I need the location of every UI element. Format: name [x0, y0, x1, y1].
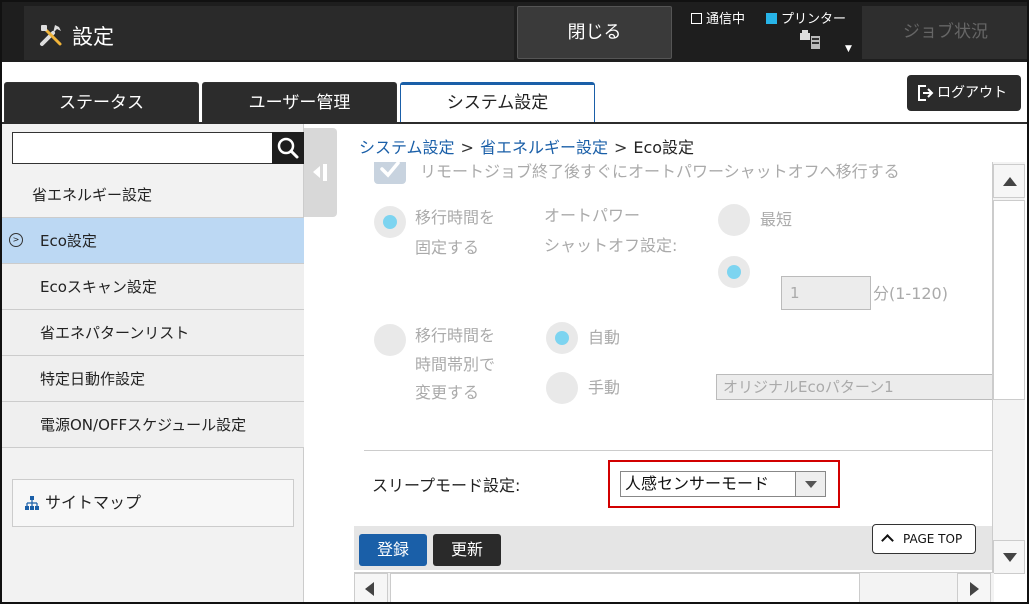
manual-radio[interactable]	[546, 372, 578, 404]
sidebar-item-label: 特定日動作設定	[40, 370, 146, 388]
sleep-mode-label: スリープモード設定:	[372, 476, 521, 495]
scroll-up-button[interactable]	[993, 164, 1025, 198]
breadcrumb: システム設定 > 省エネルギー設定 > Eco設定	[359, 134, 694, 158]
sidebar-item-label: 電源ON/OFFスケジュール設定	[40, 416, 247, 434]
tab-status[interactable]: ステータス	[4, 82, 199, 122]
chevron-down-icon	[795, 472, 825, 496]
indicator-communicating: 通信中	[691, 8, 745, 27]
time-zone-label-line2: 時間帯別で	[415, 355, 496, 374]
breadcrumb-current: Eco設定	[633, 138, 695, 157]
logout-icon	[918, 85, 934, 101]
arrow-up-icon	[1003, 177, 1017, 186]
fixed-time-label-line2: 固定する	[415, 238, 480, 257]
sitemap-icon	[25, 496, 39, 510]
settings-content: リモートジョブ終了後すぐにオートパワーシャットオフへ移行する 移行時間を 固定す…	[354, 162, 992, 532]
logout-button[interactable]: ログアウト	[907, 75, 1021, 111]
sidebar-item-label: Eco設定	[40, 232, 97, 250]
tab-system-settings[interactable]: システム設定	[400, 82, 595, 122]
sitemap-button[interactable]: サイトマップ	[12, 479, 294, 527]
arrow-down-icon	[1003, 553, 1017, 562]
app-window: 設定 閉じる 通信中 プリンター ▼ ジョブ状況 ステータス ユーザー管理 シス…	[0, 0, 1029, 604]
breadcrumb-energy-saving[interactable]: 省エネルギー設定	[480, 138, 608, 157]
manual-label: 手動	[588, 378, 621, 397]
remote-job-checkbox-label: リモートジョブ終了後すぐにオートパワーシャットオフへ移行する	[420, 162, 900, 181]
sidebar-item-power-schedule[interactable]: 電源ON/OFFスケジュール設定	[2, 402, 304, 448]
chevron-down-icon[interactable]: ▼	[845, 44, 852, 54]
sidebar: 省エネルギー設定 > Eco設定 Ecoスキャン設定 省エネパターンリスト 特定…	[2, 124, 304, 602]
arrow-left-icon	[365, 582, 374, 596]
register-button[interactable]: 登録	[359, 534, 427, 566]
sidebar-item-eco-scan[interactable]: Ecoスキャン設定	[2, 264, 304, 310]
indicator-label: プリンター	[781, 12, 847, 27]
auto-label: 自動	[588, 328, 621, 347]
arrow-right-icon	[970, 582, 979, 596]
sidebar-item-eco-settings[interactable]: > Eco設定	[2, 218, 304, 264]
indicator-on-box	[766, 13, 777, 24]
search-input[interactable]	[12, 132, 274, 164]
sitemap-label: サイトマップ	[45, 493, 142, 512]
breadcrumb-separator: >	[460, 138, 474, 157]
remote-job-checkbox[interactable]	[374, 162, 406, 184]
vertical-scroll-thumb[interactable]	[993, 200, 1025, 400]
sidebar-item-label: Ecoスキャン設定	[40, 278, 157, 296]
fixed-time-label-line1: 移行時間を	[415, 208, 496, 227]
shortest-radio[interactable]	[718, 204, 750, 236]
scroll-left-button[interactable]	[354, 573, 388, 602]
page-top-label: PAGE TOP	[903, 532, 963, 546]
indicator-printer: プリンター	[766, 8, 846, 27]
breadcrumb-separator: >	[613, 138, 628, 157]
sidebar-item-specific-day[interactable]: 特定日動作設定	[2, 356, 304, 402]
chevron-up-icon	[881, 534, 894, 547]
minutes-radio[interactable]	[718, 256, 750, 288]
auto-power-off-label-line2: シャットオフ設定:	[544, 236, 678, 255]
scroll-right-button[interactable]	[957, 573, 991, 602]
sleep-mode-highlight: 人感センサーモード	[608, 460, 840, 508]
section-divider	[364, 450, 992, 451]
time-zone-label-line1: 移行時間を	[415, 326, 496, 345]
sidebar-item-label: 省エネパターンリスト	[40, 324, 190, 342]
job-status-button[interactable]: ジョブ状況	[862, 6, 1027, 59]
indicator-off-box	[691, 13, 702, 24]
search-icon	[277, 137, 299, 159]
printer-icon[interactable]	[799, 30, 821, 50]
sidebar-collapse-toggle[interactable]	[304, 128, 337, 217]
tools-icon	[40, 25, 62, 46]
minutes-unit-label: 分(1-120)	[873, 284, 948, 303]
auto-radio[interactable]	[546, 322, 578, 354]
sleep-mode-value: 人感センサーモード	[625, 474, 770, 493]
tab-user-management[interactable]: ユーザー管理	[202, 82, 397, 122]
title-area: 設定	[24, 6, 514, 60]
time-zone-label-line3: 変更する	[415, 383, 480, 402]
breadcrumb-system-settings[interactable]: システム設定	[359, 138, 455, 157]
sidebar-item-eco-pattern-list[interactable]: 省エネパターンリスト	[2, 310, 304, 356]
auto-power-off-label-line1: オートパワー	[544, 206, 641, 225]
minutes-input[interactable]: 1	[781, 276, 871, 310]
page-top-button[interactable]: PAGE TOP	[872, 524, 976, 554]
shortest-label: 最短	[760, 210, 793, 229]
horizontal-scrollbar[interactable]	[354, 572, 994, 602]
horizontal-scroll-thumb[interactable]	[390, 573, 860, 602]
sidebar-section-title[interactable]: 省エネルギー設定	[2, 172, 304, 218]
vertical-scrollbar[interactable]	[992, 162, 1025, 574]
eco-pattern-select[interactable]: オリジナルEcoパターン1	[716, 374, 992, 400]
scroll-down-button[interactable]	[993, 540, 1025, 574]
sleep-mode-select[interactable]: 人感センサーモード	[620, 471, 826, 497]
close-button[interactable]: 閉じる	[517, 6, 672, 59]
collapse-left-icon	[313, 164, 327, 181]
header-bar: 設定 閉じる 通信中 プリンター ▼ ジョブ状況	[2, 2, 1027, 62]
logout-label: ログアウト	[937, 85, 1007, 101]
update-button[interactable]: 更新	[433, 534, 501, 566]
time-zone-radio[interactable]	[374, 324, 406, 356]
fixed-time-radio[interactable]	[374, 206, 406, 238]
app-title: 設定	[72, 25, 114, 49]
search-button[interactable]	[272, 132, 304, 164]
indicator-label: 通信中	[706, 12, 746, 27]
chevron-right-icon: >	[9, 233, 23, 247]
check-icon	[380, 162, 400, 178]
